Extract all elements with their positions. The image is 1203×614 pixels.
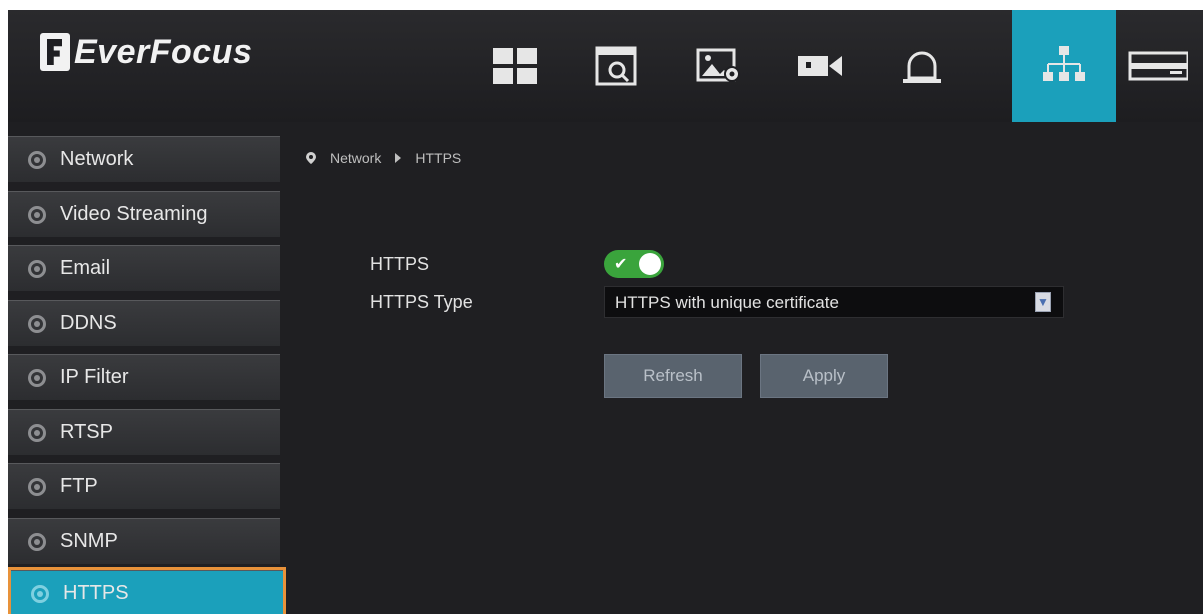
sidebar-item-ip-filter[interactable]: IP Filter [8,354,280,400]
top-bar: EverFocus [8,10,1203,122]
sidebar-item-email[interactable]: Email [8,245,280,291]
https-toggle[interactable]: ✔ [604,250,664,278]
apply-button[interactable]: Apply [760,354,888,398]
main-panel: Network HTTPS HTTPS ✔ HTTPS Type HTTPS w… [298,136,1203,614]
gear-icon [28,477,46,496]
gear-icon [28,259,46,278]
gear-icon [31,584,49,603]
image-settings-icon[interactable] [666,10,770,122]
gear-icon [28,532,46,551]
sidebar: Network Video Streaming Email DDNS IP Fi… [8,136,288,614]
breadcrumb-separator-icon [395,153,402,163]
breadcrumb-parent[interactable]: Network [330,150,381,166]
sidebar-item-network[interactable]: Network [8,136,280,182]
layout-grid-icon[interactable] [463,10,567,122]
app-window: EverFocus Network Video Streaming Email … [8,10,1203,614]
https-label: HTTPS [370,254,430,274]
chevron-down-icon[interactable]: ▼ [1035,292,1051,312]
network-icon[interactable] [1012,10,1116,122]
gear-icon [28,314,46,333]
playback-search-icon[interactable] [564,10,668,122]
breadcrumb: Network HTTPS [306,150,461,166]
toggle-knob [639,253,661,275]
sidebar-item-label: SNMP [60,530,118,552]
camera-icon[interactable] [768,10,872,122]
sidebar-item-label: FTP [60,475,98,497]
sidebar-item-label: HTTPS [63,582,129,604]
sidebar-item-rtsp[interactable]: RTSP [8,409,280,455]
gear-icon [28,423,46,442]
gear-icon [28,205,46,224]
refresh-button[interactable]: Refresh [604,354,742,398]
alarm-bell-icon[interactable] [870,10,974,122]
location-pin-icon [306,152,316,164]
breadcrumb-current: HTTPS [415,150,462,166]
sidebar-item-label: RTSP [60,421,113,443]
sidebar-item-label: IP Filter [60,366,129,388]
sidebar-item-ddns[interactable]: DDNS [8,300,280,346]
https-type-value: HTTPS with unique certificate [615,293,839,312]
brand-logo-mark [40,33,70,71]
sidebar-item-ftp[interactable]: FTP [8,463,280,509]
brand-logo: EverFocus [40,30,252,74]
sidebar-item-label: Network [60,148,134,170]
sidebar-item-snmp[interactable]: SNMP [8,518,280,564]
check-icon: ✔ [614,256,628,273]
sidebar-item-https[interactable]: HTTPS [8,567,286,614]
sidebar-item-label: Video Streaming [60,203,208,225]
storage-icon[interactable] [1128,10,1203,122]
gear-icon [28,150,46,169]
sidebar-item-label: DDNS [60,312,117,334]
sidebar-item-video-streaming[interactable]: Video Streaming [8,191,280,237]
sidebar-item-label: Email [60,257,111,279]
gear-icon [28,368,46,387]
https-type-label: HTTPS Type [370,292,473,312]
brand-name: EverFocus [74,32,253,71]
https-type-select[interactable]: HTTPS with unique certificate ▼ [604,286,1064,318]
